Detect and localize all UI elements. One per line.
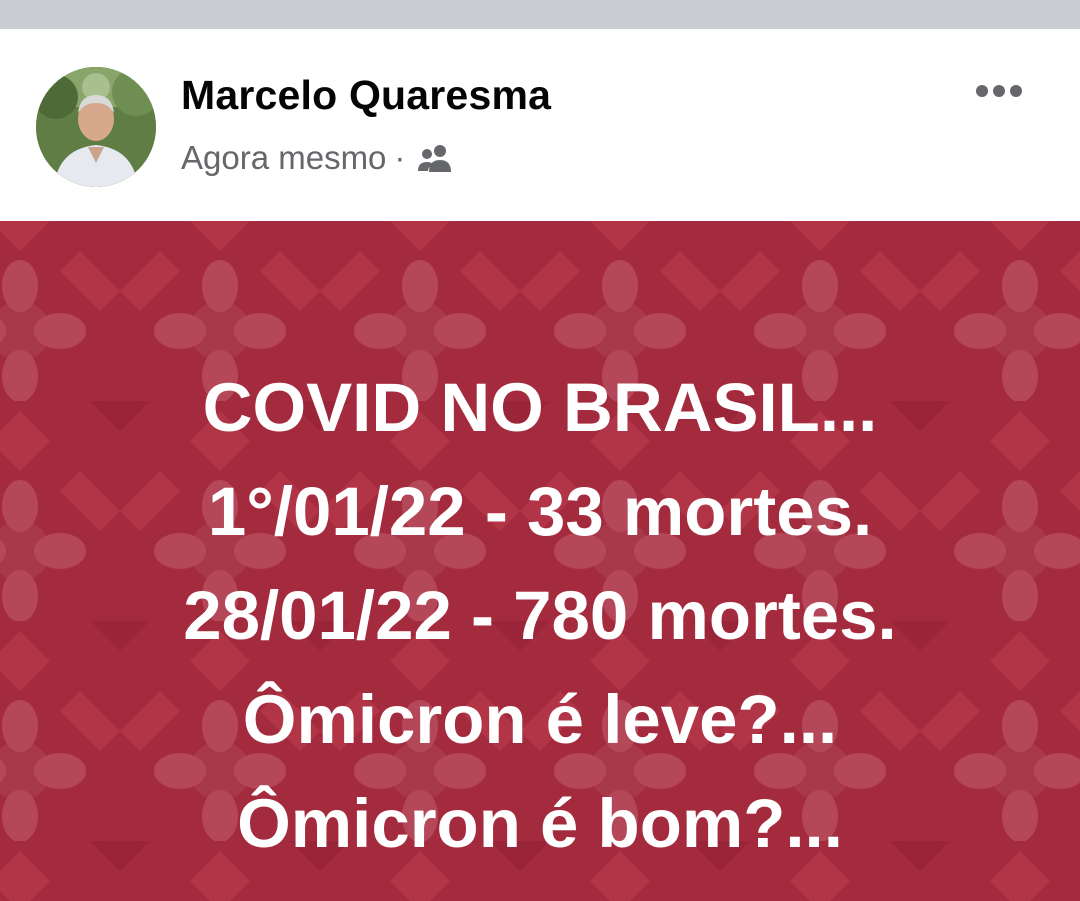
post-text-line: COVID NO BRASIL...	[202, 369, 878, 446]
post-text-line: Ômicron é bom?...	[237, 785, 843, 862]
more-options-icon	[976, 85, 1022, 97]
post-timestamp[interactable]: Agora mesmo	[181, 139, 386, 177]
top-divider-strip	[0, 0, 1080, 29]
post-text: COVID NO BRASIL... 1°/01/22 - 33 mortes.…	[0, 356, 1080, 876]
author-name[interactable]: Marcelo Quaresma	[181, 71, 551, 119]
author-avatar[interactable]	[36, 67, 156, 187]
post-text-line: 1°/01/22 - 33 mortes.	[207, 473, 873, 550]
post-text-line: Ômicron é leve?...	[242, 681, 838, 758]
post-text-background: COVID NO BRASIL... 1°/01/22 - 33 mortes.…	[0, 221, 1080, 901]
friends-icon[interactable]	[417, 143, 453, 173]
meta-separator: ·	[394, 139, 406, 176]
more-options-button[interactable]	[966, 71, 1032, 111]
post-meta: Agora mesmo ·	[181, 136, 453, 180]
post-text-line: 28/01/22 - 780 mortes.	[183, 577, 897, 654]
post-header: Marcelo Quaresma Agora mesmo ·	[0, 29, 1080, 221]
